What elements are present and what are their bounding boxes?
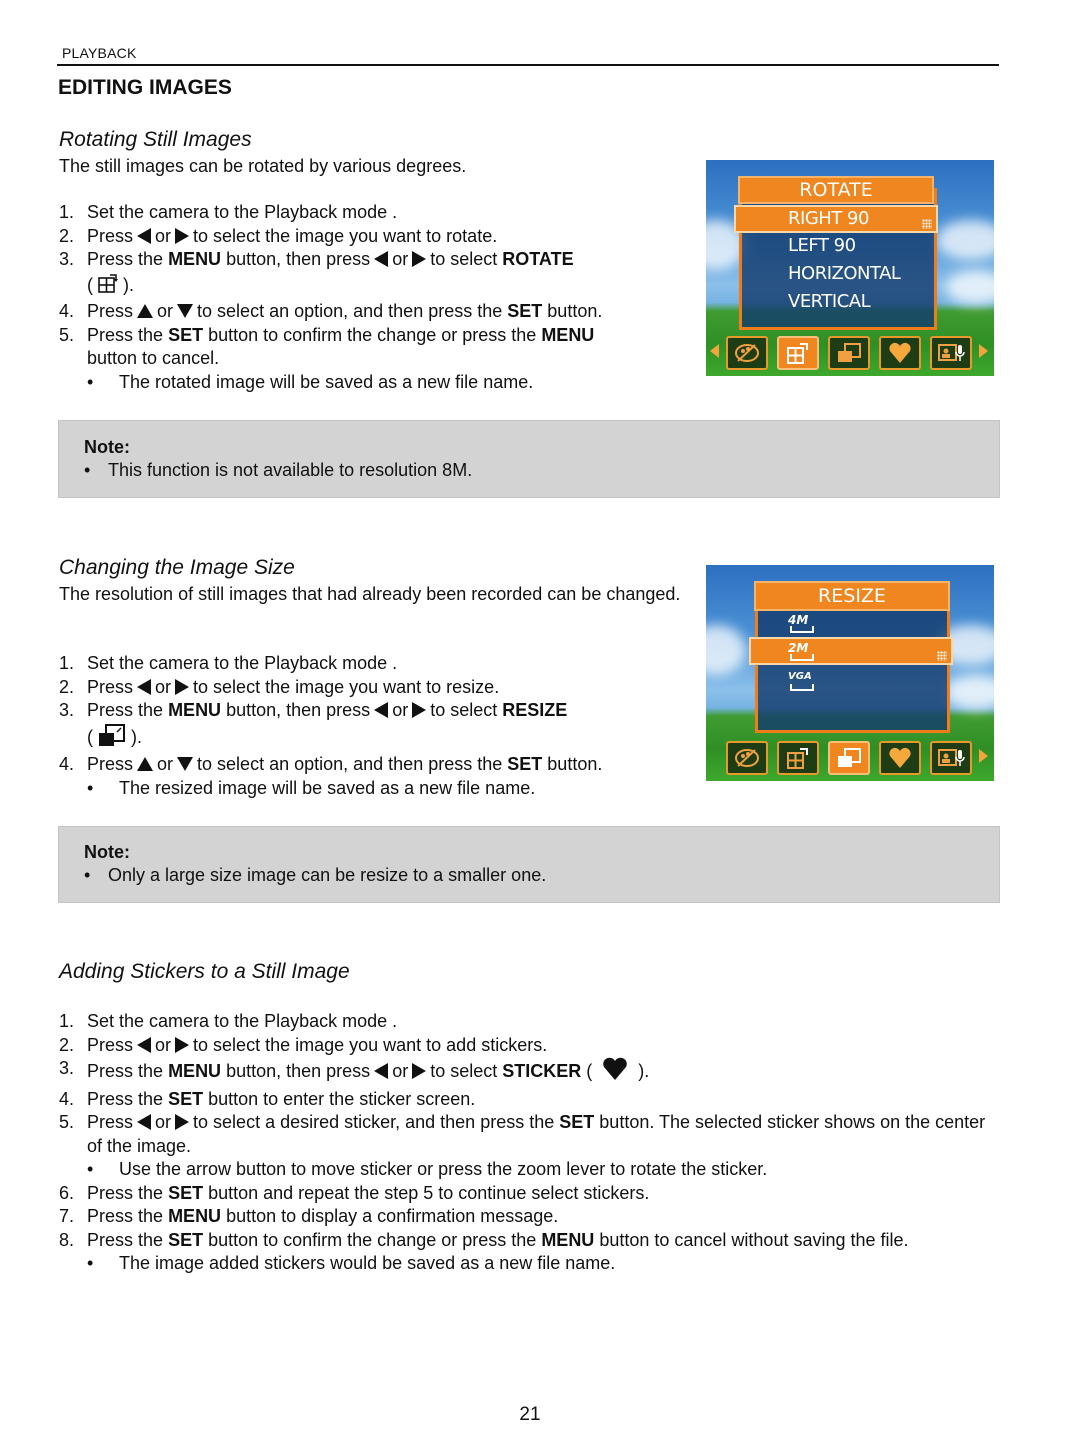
left-arrow-icon <box>137 1036 152 1053</box>
rotate-step-1: 1. Set the camera to the Playback mode . <box>59 202 398 222</box>
rotate-option-right-90[interactable]: RIGHT 90 <box>734 205 938 233</box>
rotate-icon <box>97 272 119 301</box>
resize-option-2m[interactable]: 2M <box>788 641 814 661</box>
voice-memo-icon <box>938 749 965 766</box>
toolbar-right-arrow-icon[interactable] <box>979 749 988 763</box>
resize-icon <box>97 723 127 754</box>
resize-bullet: The resized image will be saved as a new… <box>87 777 699 801</box>
down-arrow-icon <box>177 304 194 319</box>
right-arrow-icon <box>412 1063 427 1080</box>
palette-icon <box>735 344 759 362</box>
rotate-bullet: The rotated image will be saved as a new… <box>87 371 699 395</box>
voice-memo-icon <box>938 344 965 361</box>
left-arrow-icon <box>137 227 152 244</box>
selection-dots-icon <box>922 219 932 229</box>
sticker-step-8: 8. Press the SET button to confirm the ch… <box>59 1229 909 1250</box>
right-arrow-icon <box>412 702 427 719</box>
rotate-toolbar <box>706 336 994 370</box>
section-title-rotate: Rotating Still Images <box>59 128 252 151</box>
note-text: • Only a large size image can be resize t… <box>84 865 547 885</box>
right-arrow-icon <box>175 1036 190 1053</box>
rotate-option-vertical[interactable]: VERTICAL <box>788 291 871 312</box>
section-title-resize: Changing the Image Size <box>59 556 295 579</box>
resize-option-vga[interactable]: VGA <box>788 671 814 691</box>
left-arrow-icon <box>137 678 152 695</box>
rotate-icon <box>787 343 808 364</box>
resize-option-4m[interactable]: 4M <box>788 613 814 633</box>
toolbar-left-arrow-icon[interactable] <box>710 344 719 358</box>
heart-icon <box>602 1057 628 1088</box>
resize-icon <box>838 343 861 362</box>
up-arrow-icon <box>137 757 154 772</box>
right-arrow-icon <box>175 678 190 695</box>
rotate-step-3: 3. Press the MENU button, then press or to … <box>59 248 699 300</box>
left-arrow-icon <box>374 1063 389 1080</box>
resize-option-2m-row[interactable] <box>749 637 953 665</box>
palette-icon <box>735 749 759 767</box>
heart-icon <box>889 747 911 768</box>
section-label: PLAYBACK <box>62 45 137 61</box>
sticker-bullet-saved: The image added stickers would be saved … <box>87 1252 1004 1276</box>
rotate-note: Note: • This function is not available to… <box>58 420 1000 498</box>
toolbar-right-arrow-icon[interactable] <box>979 344 988 358</box>
left-arrow-icon <box>137 1114 152 1131</box>
resize-icon <box>838 748 861 767</box>
tool-resize[interactable] <box>828 741 870 775</box>
left-arrow-icon <box>374 702 389 719</box>
sticker-step-6: 6. Press the SET button and repeat the st… <box>59 1182 650 1203</box>
tool-voice-memo[interactable] <box>930 336 972 370</box>
sticker-bullet-move: Use the arrow button to move sticker or … <box>87 1158 1004 1182</box>
resize-toolbar <box>706 741 994 775</box>
sticker-step-5: 5. Press or to select a desired sticker, an… <box>59 1112 986 1156</box>
resize-intro: The resolution of still images that had … <box>59 584 681 604</box>
down-arrow-icon <box>177 757 194 772</box>
sticker-step-7: 7. Press the MENU button to display a con… <box>59 1206 559 1226</box>
note-text: • This function is not available to resol… <box>84 460 473 480</box>
page-title: EDITING IMAGES <box>58 76 232 99</box>
rotate-steps: 1. Set the camera to the Playback mode . … <box>59 201 699 394</box>
sticker-step-4: 4. Press the SET button to enter the stic… <box>59 1088 476 1109</box>
section-title-sticker: Adding Stickers to a Still Image <box>59 960 350 983</box>
resize-screen-image: RESIZE 4M 2M VGA <box>706 565 994 781</box>
sticker-step-1: 1. Set the camera to the Playback mode . <box>59 1011 398 1031</box>
left-arrow-icon <box>374 251 389 268</box>
page-number: 21 <box>519 1404 541 1425</box>
sticker-step-3: 3. Press the MENU button, then press or to … <box>59 1057 1004 1088</box>
tool-color-effect[interactable] <box>726 741 768 775</box>
resize-note: Note: • Only a large size image can be re… <box>58 826 1000 903</box>
resize-steps: 1. Set the camera to the Playback mode . … <box>59 652 699 800</box>
rotate-step-4: 4. Press or to select an option, and then p… <box>59 301 603 321</box>
rotate-option-horizontal[interactable]: HORIZONTAL <box>788 263 901 284</box>
resize-menu-title: RESIZE <box>754 581 950 611</box>
right-arrow-icon <box>175 1114 190 1131</box>
tool-rotate[interactable] <box>777 336 819 370</box>
rotate-icon <box>787 748 808 769</box>
resize-step-2: 2. Press or to select the image you want to… <box>59 676 500 697</box>
rotate-option-left-90[interactable]: LEFT 90 <box>788 235 856 256</box>
resize-step-3: 3. Press the MENU button, then press or to … <box>59 699 699 753</box>
right-arrow-icon <box>175 227 190 244</box>
rotate-step-5: 5. Press the SET button to confirm the ch… <box>59 324 595 369</box>
rotate-step-2: 2. Press or to select the image you want to… <box>59 225 498 246</box>
header-divider <box>57 64 999 66</box>
selection-dots-icon <box>937 651 947 661</box>
heart-icon <box>889 342 911 363</box>
resize-step-1: 1. Set the camera to the Playback mode . <box>59 653 398 673</box>
resize-step-4: 4. Press or to select an option, and then p… <box>59 754 603 774</box>
tool-sticker[interactable] <box>879 336 921 370</box>
sticker-steps: 1. Set the camera to the Playback mode . … <box>59 1010 1004 1276</box>
tool-sticker[interactable] <box>879 741 921 775</box>
tool-resize[interactable] <box>828 336 870 370</box>
tool-voice-memo[interactable] <box>930 741 972 775</box>
rotate-menu-title: ROTATE <box>738 176 934 204</box>
tool-rotate[interactable] <box>777 741 819 775</box>
note-title: Note: <box>84 437 130 457</box>
tool-color-effect[interactable] <box>726 336 768 370</box>
right-arrow-icon <box>412 251 427 268</box>
sticker-step-2: 2. Press or to select the image you want to… <box>59 1034 548 1055</box>
rotate-intro: The still images can be rotated by vario… <box>59 156 467 176</box>
up-arrow-icon <box>137 304 154 319</box>
rotate-screen-image: ROTATE RIGHT 90 LEFT 90 HORIZONTAL VERTI… <box>706 160 994 376</box>
note-title: Note: <box>84 842 130 862</box>
